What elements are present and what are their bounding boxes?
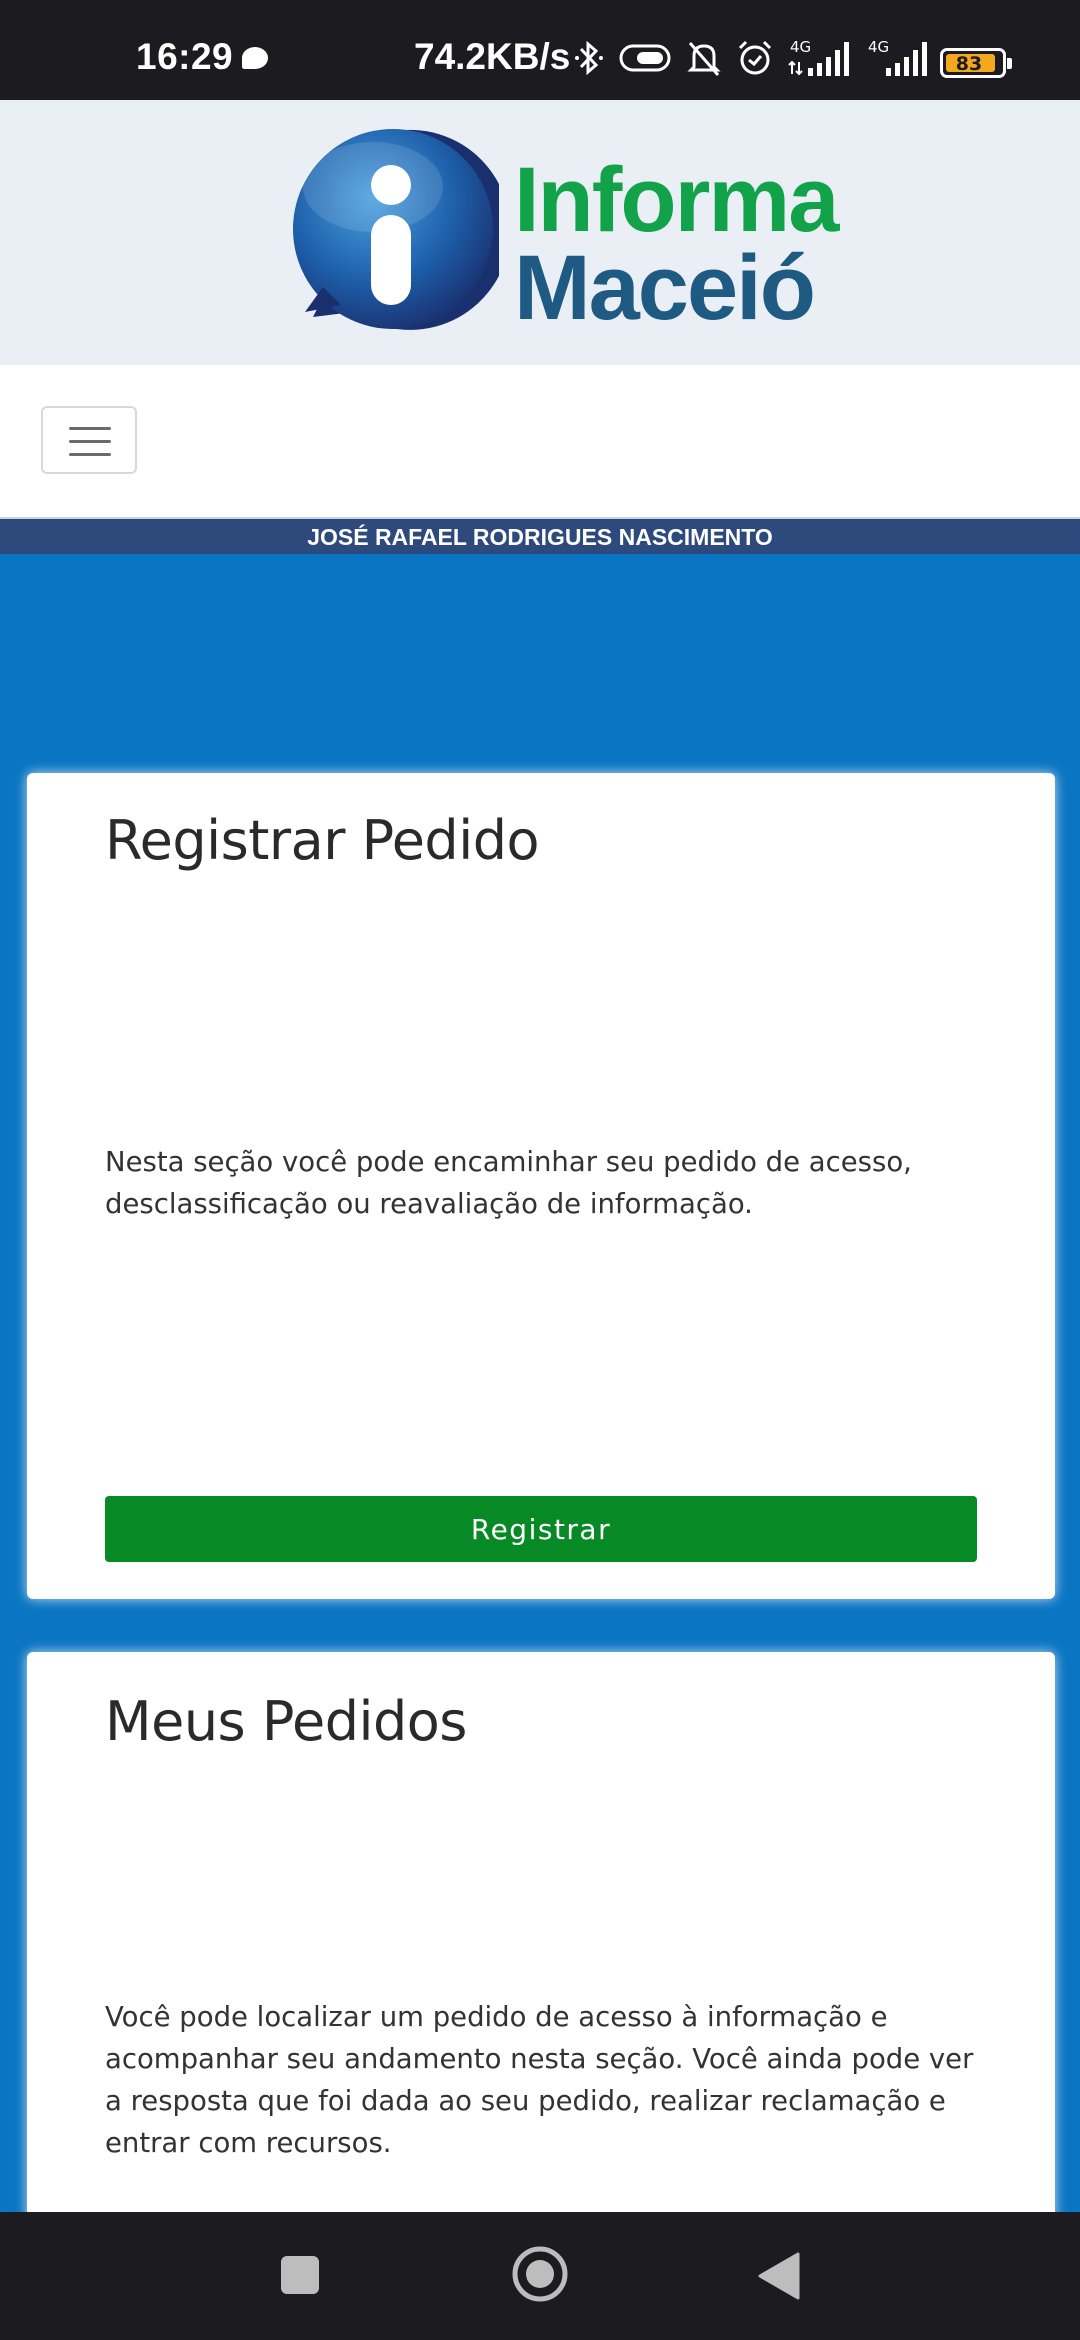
logo-line-1: Informa [514, 149, 839, 251]
logo-line-2: Maceió [514, 237, 816, 339]
informa-logo-icon[interactable] [283, 127, 499, 343]
navbar [0, 365, 1080, 517]
site-logo-text[interactable]: Informa Maceió [514, 149, 839, 339]
vibrate-icon [619, 44, 671, 72]
status-bar: 16:29 74.2KB/s 4G 4G 83 [0, 0, 1080, 100]
battery-level: 83 [955, 53, 983, 75]
chat-bubble-icon [242, 47, 268, 69]
system-navigation-bar [0, 2212, 1080, 2340]
bell-off-icon [687, 42, 721, 76]
registrar-button[interactable]: Registrar [105, 1496, 977, 1562]
signal-4g-icon: 4G [788, 38, 849, 76]
recents-square-icon[interactable] [278, 2250, 322, 2300]
hamburger-menu-icon [69, 427, 111, 430]
signal-4g-icon: 4G [868, 38, 927, 76]
home-circle-icon[interactable] [510, 2244, 570, 2304]
status-icons: 4G 4G [574, 38, 930, 78]
back-triangle-icon[interactable] [756, 2250, 802, 2302]
registrar-pedido-card: Registrar Pedido Nesta seção você pode e… [27, 773, 1055, 1599]
card-title: Registrar Pedido [105, 809, 540, 872]
card-description: Você pode localizar um pedido de acesso … [105, 2001, 974, 2159]
network-speed: 74.2KB/s [414, 36, 571, 77]
card-description: Nesta seção você pode encaminhar seu ped… [105, 1146, 912, 1220]
card-title: Meus Pedidos [105, 1690, 467, 1753]
svg-text:4G: 4G [790, 38, 811, 56]
clock: 16:29 [136, 36, 234, 77]
hamburger-menu-button[interactable] [41, 406, 137, 474]
svg-text:4G: 4G [868, 38, 889, 56]
battery-icon: 83 [940, 48, 1012, 78]
bluetooth-icon [575, 40, 603, 76]
user-name-bar: JOSÉ RAFAEL RODRIGUES NASCIMENTO [0, 517, 1080, 554]
alarm-icon [738, 40, 772, 75]
